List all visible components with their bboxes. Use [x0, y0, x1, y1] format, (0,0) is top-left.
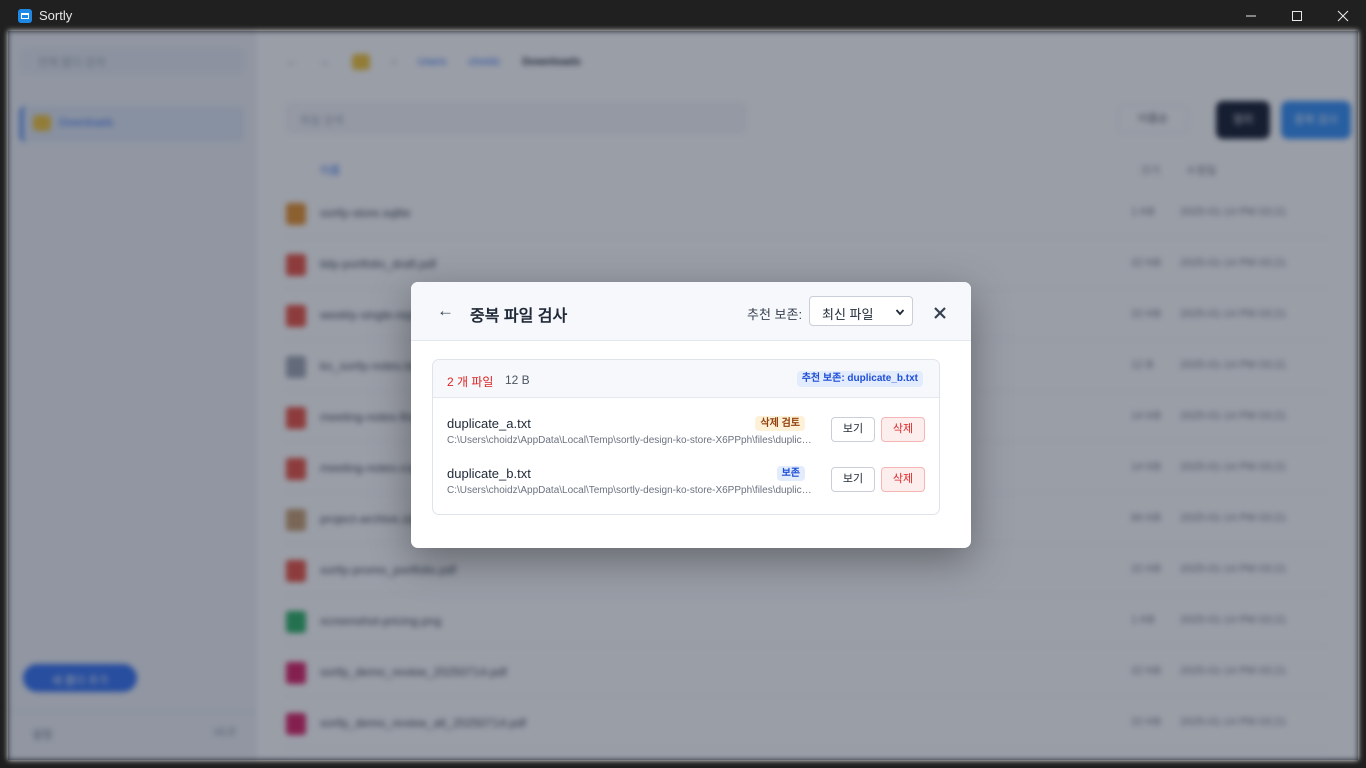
status-badge: 보존: [776, 466, 805, 481]
keep-policy-value: 최신 파일: [822, 307, 874, 322]
window-controls: [1228, 0, 1366, 31]
window-title: Sortly: [39, 8, 73, 23]
file-name: duplicate_b.txt: [447, 466, 531, 481]
app-logo-icon: [18, 8, 32, 23]
keep-policy-select[interactable]: 최신 파일: [809, 296, 913, 326]
title-bar: Sortly: [0, 0, 1366, 31]
maximize-button[interactable]: [1274, 0, 1320, 31]
back-arrow-icon[interactable]: ←: [437, 301, 454, 321]
close-window-button[interactable]: [1320, 0, 1366, 31]
view-button[interactable]: 보기: [831, 467, 875, 492]
file-path: C:\Users\choidz\AppData\Local\Temp\sortl…: [447, 485, 817, 496]
file-name: duplicate_a.txt: [447, 416, 531, 431]
group-file-count: 2 개 파일: [447, 375, 494, 389]
dialog-title: 중복 파일 검사: [470, 308, 568, 325]
delete-button[interactable]: 삭제: [881, 467, 925, 492]
status-badge: 삭제 검토: [755, 416, 805, 431]
file-path: C:\Users\choidz\AppData\Local\Temp\sortl…: [447, 435, 817, 446]
group-header: 2 개 파일 12 B 추천 보존: duplicate_b.txt: [433, 360, 939, 398]
duplicate-file-item: duplicate_a.txt C:\Users\choidz\AppData\…: [447, 416, 927, 460]
close-icon: [1337, 10, 1349, 21]
group-file-size: 12 B: [505, 373, 530, 387]
delete-button[interactable]: 삭제: [881, 417, 925, 442]
minimize-icon: [1246, 15, 1256, 16]
keep-policy-label: 추천 보존:: [747, 307, 803, 322]
recommended-keep-badge: 추천 보존: duplicate_b.txt: [796, 371, 923, 387]
minimize-button[interactable]: [1228, 0, 1274, 31]
duplicate-scan-dialog: ← 중복 파일 검사 추천 보존: 최신 파일 2 개 파일 12 B 추천 보…: [411, 282, 971, 548]
duplicate-group: 2 개 파일 12 B 추천 보존: duplicate_b.txt dupli…: [432, 359, 940, 515]
close-icon[interactable]: [933, 306, 947, 320]
chevron-down-icon: [895, 309, 905, 316]
maximize-icon: [1292, 10, 1302, 21]
dialog-header: ← 중복 파일 검사 추천 보존: 최신 파일: [411, 282, 971, 341]
view-button[interactable]: 보기: [831, 417, 875, 442]
duplicate-file-item: duplicate_b.txt C:\Users\choidz\AppData\…: [447, 466, 927, 510]
